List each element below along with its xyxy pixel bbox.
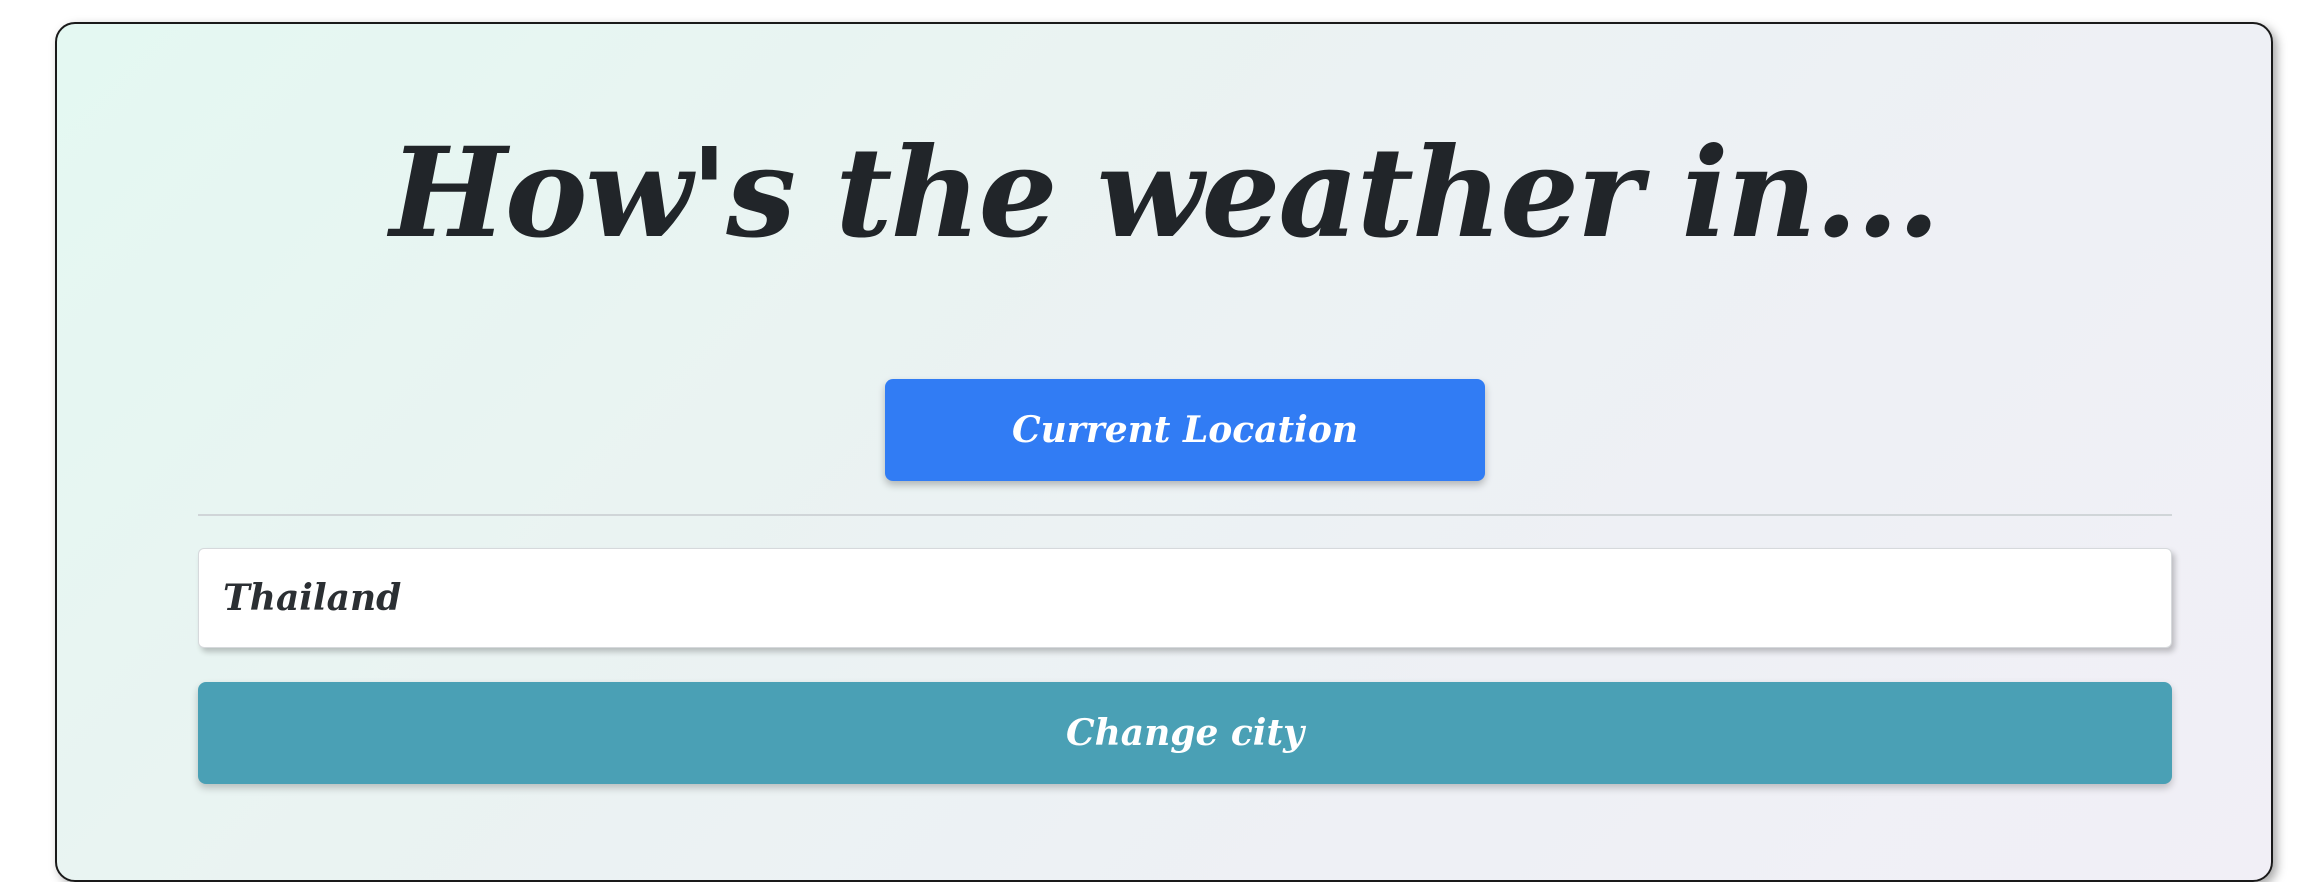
- current-location-button[interactable]: Current Location: [885, 379, 1485, 481]
- page-title: How's the weather in...: [389, 121, 1941, 266]
- weather-card: How's the weather in... Current Location…: [55, 22, 2273, 882]
- divider: [198, 514, 2172, 516]
- city-input[interactable]: [198, 548, 2172, 648]
- change-city-button[interactable]: Change city: [198, 682, 2172, 784]
